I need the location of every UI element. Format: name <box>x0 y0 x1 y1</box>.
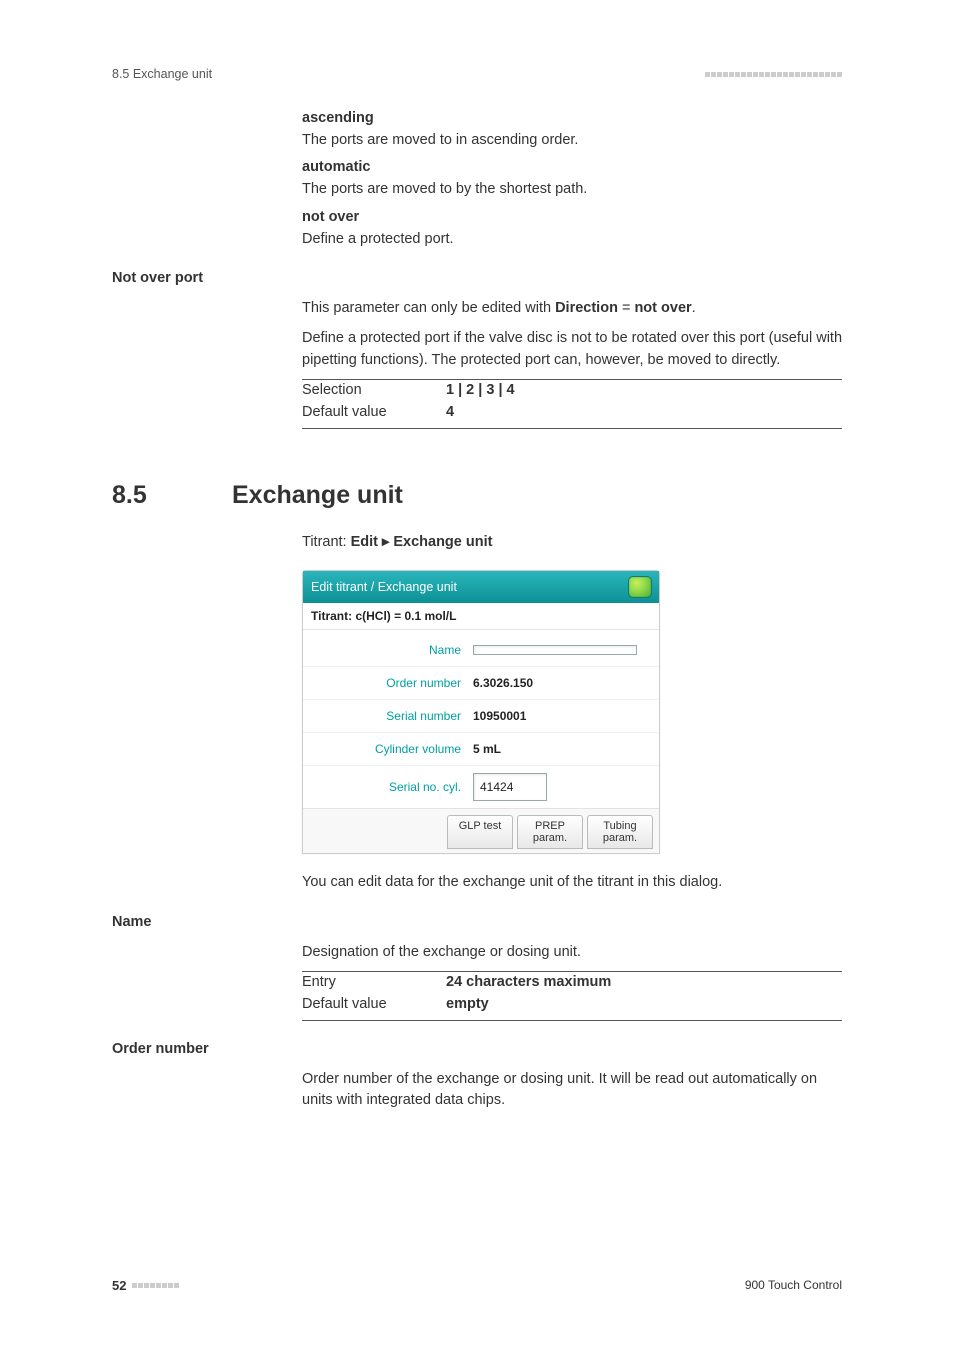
paragraph: Order number of the exchange or dosing u… <box>302 1069 842 1113</box>
heading-name: Name <box>112 912 842 934</box>
dialog-title: Edit titrant / Exchange unit <box>311 578 457 597</box>
value-default: 4 <box>446 402 454 424</box>
text: = <box>618 300 635 316</box>
text-bold: Edit ▸ Exchange unit <box>351 534 493 550</box>
tab-tubing-param[interactable]: Tubing param. <box>587 815 653 849</box>
paragraph: Define a protected port if the valve dis… <box>302 328 842 372</box>
dialog-subtitle: Titrant: c(HCl) = 0.1 mol/L <box>303 603 659 630</box>
value-selection: 1 | 2 | 3 | 4 <box>446 380 515 402</box>
value-default: empty <box>446 994 489 1016</box>
label-default: Default value <box>302 994 446 1016</box>
text: . <box>692 300 696 316</box>
label-default: Default value <box>302 402 446 424</box>
field-value-order: 6.3026.150 <box>473 674 533 692</box>
field-label-order: Order number <box>311 674 461 692</box>
tab-prep-param[interactable]: PREP param. <box>517 815 583 849</box>
def-desc-notover: Define a protected port. <box>302 229 842 251</box>
heading-order-number: Order number <box>112 1039 842 1061</box>
text-bold: not over <box>634 300 691 316</box>
header-decoration <box>705 72 842 77</box>
heading-not-over-port: Not over port <box>112 268 842 290</box>
header-left: 8.5 Exchange unit <box>112 65 212 84</box>
footer-decoration <box>132 1283 179 1288</box>
text: Titrant: <box>302 534 351 550</box>
home-icon[interactable] <box>629 577 651 597</box>
field-label-serial: Serial number <box>311 707 461 725</box>
dialog-exchange-unit: Edit titrant / Exchange unit Titrant: c(… <box>302 570 660 854</box>
paragraph: You can edit data for the exchange unit … <box>302 872 842 894</box>
value-entry: 24 characters maximum <box>446 972 611 994</box>
tab-glp-test[interactable]: GLP test <box>447 815 513 849</box>
def-term-notover: not over <box>302 207 842 229</box>
field-label-name: Name <box>311 641 461 659</box>
def-desc-automatic: The ports are moved to by the shortest p… <box>302 179 842 201</box>
page-number: 52 <box>112 1276 126 1296</box>
def-term-automatic: automatic <box>302 157 842 179</box>
text-bold: Direction <box>555 300 618 316</box>
breadcrumb: Titrant: Edit ▸ Exchange unit <box>302 532 842 554</box>
field-value-cyl: 5 mL <box>473 740 501 758</box>
label-selection: Selection <box>302 380 446 402</box>
def-desc-ascending: The ports are moved to in ascending orde… <box>302 130 842 152</box>
field-input-serial-cyl[interactable]: 41424 <box>473 773 547 801</box>
field-value-serial: 10950001 <box>473 707 526 725</box>
def-term-ascending: ascending <box>302 108 842 130</box>
paragraph: Designation of the exchange or dosing un… <box>302 942 842 964</box>
footer-product: 900 Touch Control <box>745 1276 842 1294</box>
field-label-cyl: Cylinder volume <box>311 740 461 758</box>
paragraph: This parameter can only be edited with D… <box>302 298 842 320</box>
text: This parameter can only be edited with <box>302 300 555 316</box>
field-label-serial-cyl: Serial no. cyl. <box>311 778 461 796</box>
label-entry: Entry <box>302 972 446 994</box>
field-input-name[interactable] <box>473 645 637 655</box>
section-title: Exchange unit <box>232 477 403 515</box>
